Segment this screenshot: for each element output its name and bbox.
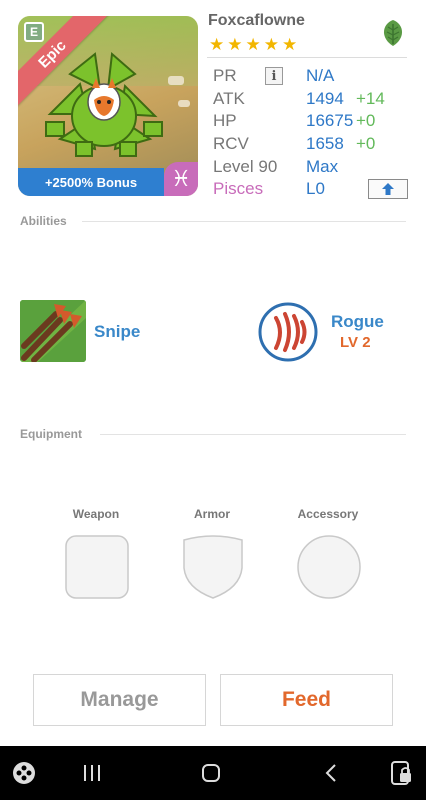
stat-bonus-hp: +0: [356, 111, 376, 130]
recent-apps-icon[interactable]: [76, 746, 108, 800]
armor-slot[interactable]: [180, 534, 246, 600]
abilities-divider: [82, 221, 406, 222]
star-icon: ★: [263, 35, 279, 54]
back-glyph: [325, 764, 336, 782]
stat-label-pr: PR: [213, 66, 237, 85]
stat-row-level: Level 90 Max: [213, 157, 413, 179]
portrait-stone: [168, 76, 184, 85]
stat-row-pr: PR i N/A: [213, 66, 413, 88]
rogue-class-icon[interactable]: [258, 302, 318, 362]
screen-lock-glyph: [391, 761, 411, 785]
home-icon[interactable]: [195, 746, 227, 800]
game-pad-icon[interactable]: [6, 746, 42, 800]
stat-row-rcv: RCV 1658 +0: [213, 134, 413, 156]
stats-divider: [207, 57, 407, 58]
weapon-slot-label: Weapon: [72, 507, 120, 521]
accessory-slot-label: Accessory: [297, 507, 359, 521]
stat-value-level: Max: [306, 157, 339, 176]
stat-label-rcv: RCV: [213, 134, 249, 153]
stat-bonus-rcv: +0: [356, 134, 376, 153]
home-glyph: [202, 764, 220, 782]
equipment-divider: [100, 434, 406, 435]
info-icon[interactable]: i: [265, 67, 283, 85]
monster-portrait[interactable]: Epic E +2500% Bonus ♓: [18, 16, 198, 196]
monster-name: Foxcaflowne: [208, 12, 305, 29]
system-nav-bar: [0, 746, 426, 800]
arrow-up-icon: [382, 183, 394, 195]
stat-bonus-atk: +14: [356, 89, 385, 108]
recent-apps-glyph: [84, 765, 100, 781]
stat-value-pr: N/A: [306, 66, 335, 85]
rarity-badge-icon: E: [24, 22, 44, 42]
bonus-banner: +2500% Bonus: [18, 168, 164, 196]
stat-label-sign: Pisces: [213, 179, 264, 198]
snipe-skill-icon[interactable]: [20, 300, 86, 362]
arrows-icon: [20, 300, 86, 362]
class-level: LV 2: [340, 334, 371, 351]
stat-row-sign: Pisces L0: [213, 179, 413, 201]
screen-lock-icon[interactable]: [384, 746, 418, 800]
feed-button[interactable]: Feed: [220, 674, 393, 726]
stat-label-level: Level 90: [213, 157, 278, 176]
armor-slot-label: Armor: [193, 507, 230, 521]
upgrade-sign-button[interactable]: [368, 179, 408, 199]
stat-value-rcv: 1658: [306, 134, 344, 153]
stat-row-atk: ATK 1494 +14: [213, 89, 413, 111]
skill-name: Snipe: [94, 322, 141, 341]
weapon-slot[interactable]: [64, 534, 130, 600]
game-pad-glyph: [13, 762, 35, 784]
star-icon: ★: [245, 35, 261, 54]
abilities-title: Abilities: [20, 214, 67, 228]
stat-value-sign: L0: [306, 179, 325, 198]
stat-value-atk: 1494: [306, 89, 344, 108]
star-icon: ★: [282, 35, 298, 54]
class-name: Rogue: [331, 312, 384, 331]
leaf-icon: [383, 20, 403, 46]
pisces-icon: ♓: [164, 162, 198, 196]
stat-value-hp: 16675: [306, 111, 354, 130]
star-rating: ★ ★ ★ ★ ★: [209, 36, 297, 53]
star-icon: ★: [209, 35, 225, 54]
portrait-stone: [178, 100, 190, 107]
back-icon[interactable]: [316, 746, 346, 800]
accessory-slot[interactable]: [296, 534, 362, 600]
equipment-title: Equipment: [20, 427, 82, 441]
stat-label-hp: HP: [213, 111, 237, 130]
manage-button[interactable]: Manage: [33, 674, 206, 726]
stat-row-hp: HP 16675 +0: [213, 111, 413, 133]
star-icon: ★: [227, 35, 243, 54]
stat-label-atk: ATK: [213, 89, 245, 108]
